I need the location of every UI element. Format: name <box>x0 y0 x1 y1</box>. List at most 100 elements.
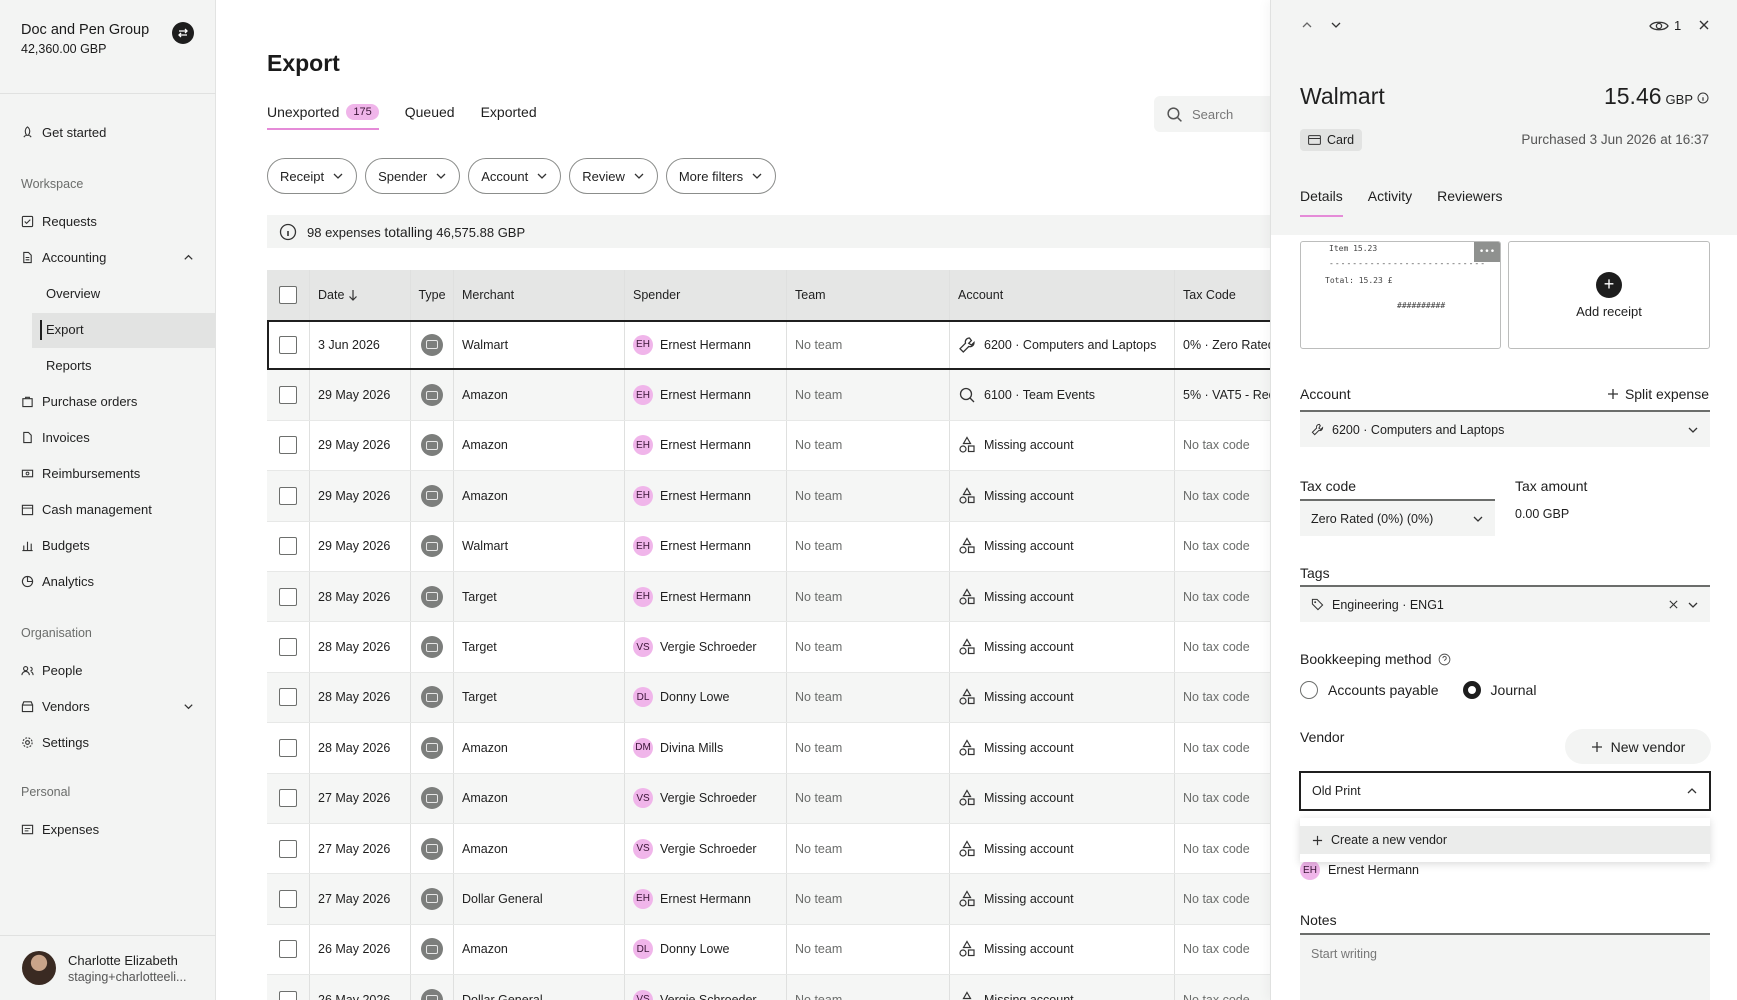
help-icon[interactable] <box>1438 653 1451 666</box>
card-icon <box>421 686 443 709</box>
row-checkbox[interactable] <box>279 789 297 808</box>
table-row[interactable]: 28 May 2026 Amazon DM Divina Mills No team Mi… <box>267 723 1270 774</box>
sidebar-item-requests[interactable]: Requests <box>21 210 207 232</box>
viewers-indicator[interactable]: 1 <box>1649 18 1681 33</box>
split-expense-button[interactable]: Split expense <box>1607 386 1709 402</box>
table-row[interactable]: 26 May 2026 Amazon DL Donny Lowe No team Miss… <box>267 924 1270 976</box>
filter-more[interactable]: More filters <box>665 158 777 194</box>
section-personal: Personal <box>21 785 71 799</box>
previous-expense-button[interactable] <box>1300 18 1314 32</box>
filter-spender[interactable]: Spender <box>365 158 461 194</box>
row-spender: EH Ernest Hermann <box>625 370 787 420</box>
avatar: VS <box>633 788 653 809</box>
filter-label: Spender <box>378 168 428 184</box>
sidebar-item-get-started[interactable]: Get started <box>21 121 207 143</box>
switch-org-icon[interactable] <box>172 22 194 44</box>
sidebar-item-budgets[interactable]: Budgets <box>21 534 207 556</box>
info-icon[interactable] <box>1697 92 1709 104</box>
sidebar-item-reports[interactable]: Reports <box>46 358 92 373</box>
sidebar-item-export[interactable]: Export <box>46 322 84 337</box>
account-select[interactable]: 6200 · Computers and Laptops <box>1300 410 1710 447</box>
user-profile[interactable]: Charlotte Elizabeth staging+charlotteeli… <box>0 935 216 1000</box>
filter-receipt[interactable]: Receipt <box>267 158 358 194</box>
tax-code-select[interactable]: Zero Rated (0%) (0%) <box>1300 499 1495 536</box>
row-team: No team <box>787 320 950 370</box>
table-row[interactable]: 28 May 2026 Target VS Vergie Schroeder No te… <box>267 622 1270 673</box>
header-date[interactable]: Date <box>310 270 411 320</box>
row-checkbox[interactable] <box>279 386 297 405</box>
row-checkbox[interactable] <box>279 738 297 757</box>
row-checkbox[interactable] <box>279 436 297 455</box>
shapes-icon <box>958 587 976 606</box>
tab-activity[interactable]: Activity <box>1368 188 1412 217</box>
tab-details[interactable]: Details <box>1300 188 1343 217</box>
sidebar-item-analytics[interactable]: Analytics <box>21 570 207 592</box>
more-options-icon[interactable]: ••• <box>1474 242 1500 262</box>
row-checkbox[interactable] <box>279 940 297 959</box>
close-panel-button[interactable] <box>1697 18 1711 32</box>
row-checkbox[interactable] <box>279 537 297 556</box>
select-all-checkbox[interactable] <box>279 286 297 304</box>
filter-review[interactable]: Review <box>569 158 658 194</box>
table-row[interactable]: 29 May 2026 Amazon EH Ernest Hermann No team… <box>267 420 1270 472</box>
add-receipt-button[interactable]: + Add receipt <box>1508 241 1710 349</box>
sidebar-item-accounting[interactable]: Accounting <box>21 246 207 268</box>
table-row[interactable]: 28 May 2026 Target DL Donny Lowe No team Miss… <box>267 672 1270 724</box>
table-row[interactable]: 29 May 2026 Amazon EH Ernest Hermann No team… <box>267 370 1270 421</box>
next-expense-button[interactable] <box>1329 18 1343 32</box>
sidebar-item-invoices[interactable]: Invoices <box>21 426 207 448</box>
row-checkbox[interactable] <box>279 335 297 354</box>
notes-input[interactable]: Start writing <box>1300 933 1710 1000</box>
avatar: EH <box>633 334 653 355</box>
filter-account[interactable]: Account <box>468 158 562 194</box>
tab-unexported[interactable]: Unexported 175 <box>267 104 379 130</box>
clear-icon[interactable] <box>1668 599 1679 610</box>
row-tax-code: 5% · VAT5 - Reduced <box>1183 388 1270 403</box>
row-checkbox[interactable] <box>279 839 297 858</box>
accounts-payable-radio[interactable] <box>1300 681 1318 699</box>
sidebar-item-overview[interactable]: Overview <box>46 286 100 301</box>
sidebar-item-cash-management[interactable]: Cash management <box>21 498 207 520</box>
receipt-thumbnail[interactable]: Item 15.23 --------------------------- T… <box>1300 241 1501 349</box>
table-row[interactable]: 27 May 2026 Amazon VS Vergie Schroeder No te… <box>267 823 1270 875</box>
merchant-title: Walmart <box>1300 83 1385 109</box>
row-checkbox[interactable] <box>279 587 297 606</box>
vendor-select[interactable]: Old Print <box>1299 771 1711 811</box>
row-checkbox[interactable] <box>279 486 297 505</box>
card-icon <box>421 333 443 356</box>
search-input[interactable]: Search <box>1154 96 1270 132</box>
journal-radio[interactable] <box>1462 681 1481 699</box>
tags-select[interactable]: Engineering · ENG1 <box>1300 585 1710 622</box>
table-row[interactable]: 27 May 2026 Amazon VS Vergie Schroeder No te… <box>267 773 1270 824</box>
sidebar-item-people[interactable]: People <box>21 659 207 681</box>
expense-summary: 98 expenses totalling 46,575.88 GBP <box>267 215 1270 248</box>
sidebar-item-purchase-orders[interactable]: Purchase orders <box>21 390 207 412</box>
table-row[interactable]: 29 May 2026 Amazon EH Ernest Hermann No team… <box>267 471 1270 522</box>
new-vendor-button[interactable]: New vendor <box>1565 729 1711 764</box>
table-row[interactable]: 28 May 2026 Target EH Ernest Hermann No team… <box>267 571 1270 623</box>
table-row[interactable]: 29 May 2026 Walmart EH Ernest Hermann No tea… <box>267 521 1270 572</box>
row-checkbox[interactable] <box>279 990 297 1000</box>
tags-label: Tags <box>1300 565 1330 581</box>
create-vendor-option[interactable]: Create a new vendor <box>1300 826 1710 854</box>
sidebar-item-expenses[interactable]: Expenses <box>21 818 207 840</box>
table-row[interactable]: 26 May 2026 Dollar General VS Vergie Schroe… <box>267 975 1270 1000</box>
account-name: Missing account <box>984 640 1074 655</box>
row-checkbox[interactable] <box>279 889 297 908</box>
avatar: DM <box>633 737 653 758</box>
sidebar-item-vendors[interactable]: Vendors <box>21 695 207 717</box>
export-tabs: Unexported 175 Queued Exported <box>267 104 537 130</box>
row-checkbox[interactable] <box>279 688 297 707</box>
row-account: 6100 · Team Events <box>950 370 1175 420</box>
sidebar-item-settings[interactable]: Settings <box>21 731 207 753</box>
tab-queued[interactable]: Queued <box>405 104 455 130</box>
row-checkbox[interactable] <box>279 638 297 657</box>
tab-label: Unexported <box>267 104 340 120</box>
sidebar-item-reimbursements[interactable]: Reimbursements <box>21 462 207 484</box>
header-tax-code: Tax Code <box>1183 288 1236 302</box>
table-row[interactable]: 3 Jun 2026 Walmart EH Ernest Hermann No team… <box>267 320 1270 371</box>
table-row[interactable]: 27 May 2026 Dollar General EH Ernest Herman… <box>267 874 1270 925</box>
tab-exported[interactable]: Exported <box>481 104 537 130</box>
tab-reviewers[interactable]: Reviewers <box>1437 188 1502 217</box>
sidebar-item-label: Purchase orders <box>42 393 138 409</box>
